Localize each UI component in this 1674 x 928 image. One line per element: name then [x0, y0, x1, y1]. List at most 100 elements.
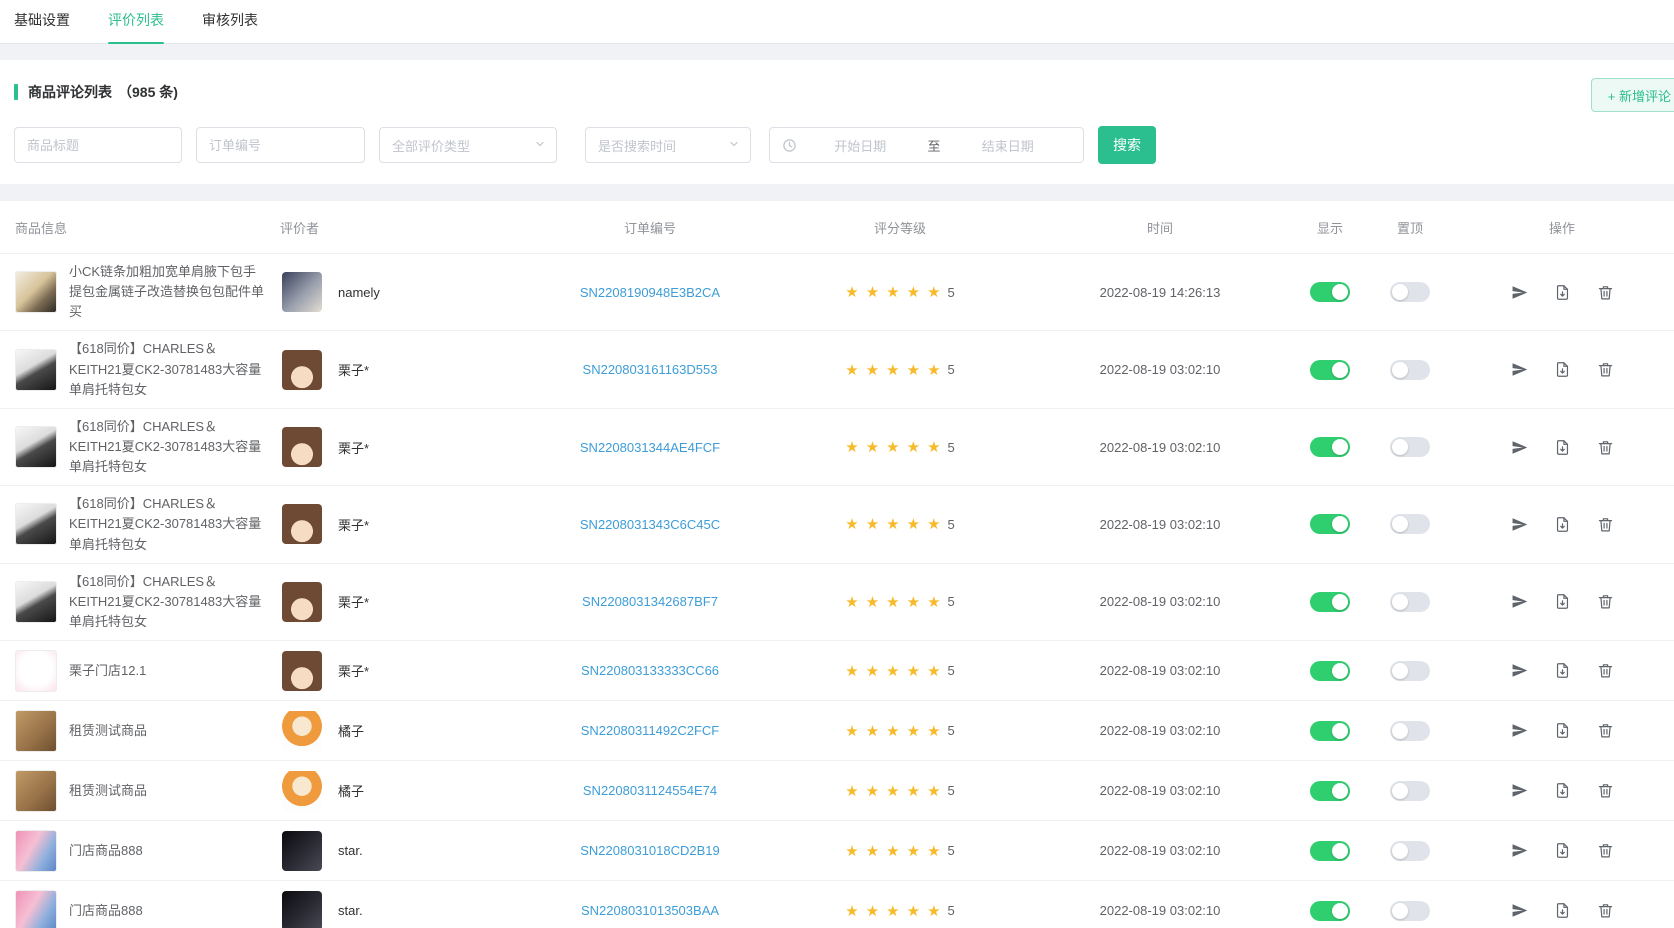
order-no-link[interactable]: SN2208031018CD2B19: [580, 843, 720, 858]
product-title: 【618同价】CHARLES＆KEITH21夏CK2-30781483大容量单肩…: [69, 339, 265, 399]
send-icon[interactable]: [1511, 842, 1528, 859]
document-export-icon[interactable]: [1554, 842, 1571, 859]
tab-audit-list[interactable]: 审核列表: [202, 0, 258, 43]
reviewer-cell: 栗子*: [280, 350, 530, 390]
product-title: 小CK链条加粗加宽单肩腋下包手提包金属链子改造替换包包配件单买: [69, 262, 265, 322]
order-no-input[interactable]: [196, 127, 365, 163]
rating-value: 5: [948, 723, 955, 738]
send-icon[interactable]: [1511, 593, 1528, 610]
display-toggle[interactable]: [1310, 721, 1350, 741]
product-title: 租赁测试商品: [69, 781, 147, 801]
display-toggle[interactable]: [1310, 661, 1350, 681]
document-export-icon[interactable]: [1554, 902, 1571, 919]
table-row: 门店商品888 star. SN2208031013503BAA ★★★★★ 5…: [0, 880, 1674, 928]
product-info-cell: 栗子门店12.1: [15, 642, 280, 700]
col-product-info: 商品信息: [15, 218, 280, 237]
document-export-icon[interactable]: [1554, 593, 1571, 610]
document-export-icon[interactable]: [1554, 439, 1571, 456]
display-toggle[interactable]: [1310, 781, 1350, 801]
col-reviewer: 评价者: [280, 218, 530, 237]
trash-icon[interactable]: [1597, 439, 1614, 456]
trash-icon[interactable]: [1597, 842, 1614, 859]
pin-toggle[interactable]: [1390, 437, 1430, 457]
send-icon[interactable]: [1511, 782, 1528, 799]
pin-toggle[interactable]: [1390, 901, 1430, 921]
document-export-icon[interactable]: [1554, 662, 1571, 679]
order-no-link[interactable]: SN2208031342687BF7: [582, 594, 718, 609]
document-export-icon[interactable]: [1554, 782, 1571, 799]
order-no-link[interactable]: SN2208031343C6C45C: [580, 517, 720, 532]
pin-toggle[interactable]: [1390, 781, 1430, 801]
send-icon[interactable]: [1511, 284, 1528, 301]
display-toggle[interactable]: [1310, 901, 1350, 921]
pin-toggle[interactable]: [1390, 841, 1430, 861]
trash-icon[interactable]: [1597, 361, 1614, 378]
order-no-link[interactable]: SN220803133333CC66: [581, 663, 719, 678]
document-export-icon[interactable]: [1554, 516, 1571, 533]
trash-icon[interactable]: [1597, 782, 1614, 799]
col-time: 时间: [1030, 218, 1290, 237]
tab-review-list[interactable]: 评价列表: [108, 0, 164, 43]
tab-basic-settings[interactable]: 基础设置: [14, 0, 70, 43]
pin-toggle[interactable]: [1390, 592, 1430, 612]
pin-toggle[interactable]: [1390, 661, 1430, 681]
actions-cell: [1450, 516, 1674, 533]
reviewer-cell: star.: [280, 891, 530, 928]
filter-bar: 全部评价类型 是否搜索时间 开始日期 至 结束日期 搜索: [14, 126, 1660, 164]
table-row: 小CK链条加粗加宽单肩腋下包手提包金属链子改造替换包包配件单买 namely S…: [0, 253, 1674, 330]
document-export-icon[interactable]: [1554, 722, 1571, 739]
display-cell: [1290, 437, 1370, 457]
trash-icon[interactable]: [1597, 593, 1614, 610]
add-review-button[interactable]: + 新增评论: [1591, 78, 1674, 112]
order-no-link[interactable]: SN22080311492C2FCF: [581, 723, 720, 738]
trash-icon[interactable]: [1597, 902, 1614, 919]
rating-cell: ★★★★★ 5: [770, 722, 1030, 740]
trash-icon[interactable]: [1597, 516, 1614, 533]
display-toggle[interactable]: [1310, 360, 1350, 380]
trash-icon[interactable]: [1597, 284, 1614, 301]
pin-toggle[interactable]: [1390, 514, 1430, 534]
document-export-icon[interactable]: [1554, 361, 1571, 378]
order-no-link[interactable]: SN220803161163D553: [583, 362, 718, 377]
pin-toggle[interactable]: [1390, 360, 1430, 380]
send-icon[interactable]: [1511, 361, 1528, 378]
search-button[interactable]: 搜索: [1098, 126, 1156, 164]
search-time-select[interactable]: 是否搜索时间: [585, 127, 751, 163]
pin-cell: [1370, 360, 1450, 380]
display-toggle[interactable]: [1310, 841, 1350, 861]
order-no-cell: SN2208031344AE4FCF: [530, 440, 770, 455]
trash-icon[interactable]: [1597, 722, 1614, 739]
reviewer-name: 栗子*: [338, 515, 369, 534]
reviewer-avatar: [282, 831, 322, 871]
display-toggle[interactable]: [1310, 514, 1350, 534]
display-toggle[interactable]: [1310, 437, 1350, 457]
send-icon[interactable]: [1511, 662, 1528, 679]
display-cell: [1290, 721, 1370, 741]
display-cell: [1290, 592, 1370, 612]
pin-toggle[interactable]: [1390, 282, 1430, 302]
pin-toggle[interactable]: [1390, 721, 1430, 741]
display-toggle[interactable]: [1310, 592, 1350, 612]
review-type-select[interactable]: 全部评价类型: [379, 127, 557, 163]
send-icon[interactable]: [1511, 722, 1528, 739]
order-no-link[interactable]: SN2208031124554E74: [583, 783, 717, 798]
order-no-link[interactable]: SN2208190948E3B2CA: [580, 285, 720, 300]
rating-cell: ★★★★★ 5: [770, 842, 1030, 860]
reviewer-name: 橘子: [338, 781, 364, 800]
date-range-picker[interactable]: 开始日期 至 结束日期: [769, 127, 1084, 163]
toggle-knob: [1332, 903, 1348, 919]
product-thumbnail: [15, 830, 57, 872]
order-no-link[interactable]: SN2208031344AE4FCF: [580, 440, 720, 455]
document-export-icon[interactable]: [1554, 284, 1571, 301]
product-thumbnail: [15, 426, 57, 468]
send-icon[interactable]: [1511, 902, 1528, 919]
display-toggle[interactable]: [1310, 282, 1350, 302]
trash-icon[interactable]: [1597, 662, 1614, 679]
reviewer-cell: namely: [280, 272, 530, 312]
send-icon[interactable]: [1511, 439, 1528, 456]
send-icon[interactable]: [1511, 516, 1528, 533]
top-tab-bar: 基础设置 评价列表 审核列表: [0, 0, 1674, 44]
order-no-link[interactable]: SN2208031013503BAA: [581, 903, 719, 918]
review-time: 2022-08-19 03:02:10: [1030, 723, 1290, 738]
product-title-input[interactable]: [14, 127, 182, 163]
